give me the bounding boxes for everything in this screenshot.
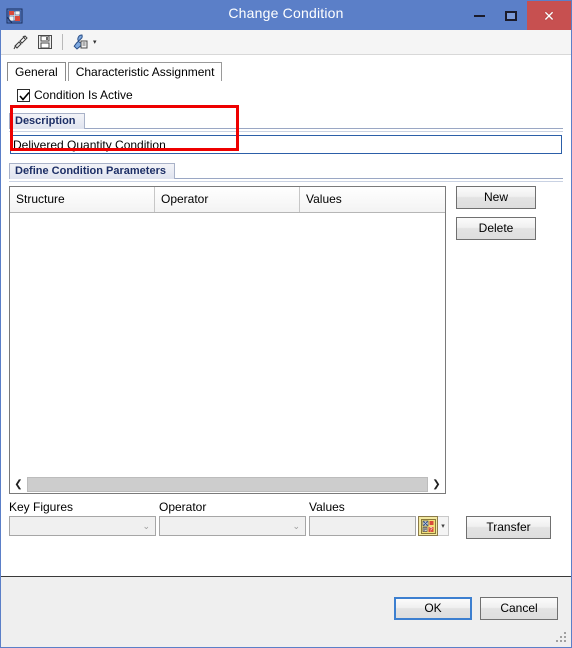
scrollbar-thumb[interactable]	[27, 476, 428, 492]
description-group: Description	[9, 113, 563, 157]
table-horizontal-scrollbar[interactable]: ❮ ❯	[10, 474, 445, 493]
chevron-down-icon: ⌄	[142, 520, 150, 531]
maximize-icon	[505, 10, 517, 21]
check-icon	[19, 91, 30, 101]
transfer-spacer	[466, 500, 551, 514]
general-tab-panel: Condition Is Active Description Define C…	[1, 88, 571, 539]
window-controls: ✕	[463, 1, 571, 30]
delete-button[interactable]: Delete	[456, 217, 536, 240]
scroll-left-arrow-icon[interactable]: ❮	[10, 475, 27, 493]
resize-grip[interactable]	[556, 632, 568, 644]
dialog-footer: OK Cancel	[1, 577, 571, 647]
operator-dropdown[interactable]: ⌄	[159, 516, 306, 536]
change-condition-dialog: Change Condition ✕ ▾ General Characteris…	[0, 0, 572, 648]
condition-parameters-table[interactable]: Structure Operator Values ❮ ❯	[9, 186, 446, 494]
transfer-button-wrap: Transfer	[466, 500, 551, 539]
tab-characteristic-assignment[interactable]: Characteristic Assignment	[67, 62, 223, 81]
footer-buttons: OK Cancel	[394, 597, 558, 620]
close-button[interactable]: ✕	[527, 1, 571, 30]
settings-wrench-icon[interactable]	[68, 31, 92, 53]
values-field: Values ? ▾	[309, 500, 449, 536]
values-label: Values	[309, 500, 345, 514]
value-help-dropdown-arrow[interactable]: ▾	[438, 516, 449, 536]
tab-characteristic-assignment-label: Characteristic Assignment	[75, 65, 215, 79]
title-bar: Change Condition ✕	[1, 1, 571, 30]
key-figures-field: Key Figures ⌄	[9, 500, 156, 536]
column-header-structure[interactable]: Structure	[10, 187, 155, 212]
table-header-row: Structure Operator Values	[10, 187, 445, 213]
values-input[interactable]	[309, 516, 416, 536]
close-icon: ✕	[543, 7, 555, 24]
chevron-down-icon[interactable]: ▾	[93, 39, 97, 46]
chevron-down-icon: ⌄	[292, 520, 300, 531]
description-input[interactable]	[10, 135, 562, 154]
settings-wrench-button[interactable]: ▾	[68, 31, 97, 53]
parameters-group-title: Define Condition Parameters	[9, 163, 175, 179]
operator-field: Operator ⌄	[159, 500, 306, 536]
minimize-icon	[473, 14, 485, 17]
table-body[interactable]	[10, 213, 445, 471]
parameter-entry-row: Key Figures ⌄ Operator ⌄ Values ? ▾ Tran…	[9, 500, 563, 539]
scroll-right-arrow-icon[interactable]: ❯	[428, 475, 445, 493]
toolbar: ▾	[1, 30, 571, 55]
description-group-title: Description	[9, 113, 85, 129]
column-header-operator[interactable]: Operator	[155, 187, 300, 212]
tab-strip: General Characteristic Assignment	[7, 59, 571, 81]
define-condition-parameters-group: Define Condition Parameters Structure Op…	[9, 163, 563, 539]
toolbar-separator	[62, 34, 63, 50]
tab-general[interactable]: General	[7, 62, 66, 81]
condition-is-active-checkbox[interactable]	[17, 88, 30, 102]
save-icon[interactable]	[33, 31, 57, 53]
scrollbar-track[interactable]	[27, 476, 428, 492]
minimize-button[interactable]	[463, 1, 495, 30]
tab-general-label: General	[15, 65, 58, 79]
value-help-icon[interactable]: ?	[418, 516, 438, 536]
operator-label: Operator	[159, 500, 207, 514]
table-side-buttons: New Delete	[456, 186, 536, 240]
transfer-button[interactable]: Transfer	[466, 516, 551, 539]
key-figures-dropdown[interactable]: ⌄	[9, 516, 156, 536]
column-header-values[interactable]: Values	[300, 187, 445, 212]
condition-is-active-row[interactable]: Condition Is Active	[17, 88, 563, 102]
cancel-button[interactable]: Cancel	[480, 597, 558, 620]
maximize-button[interactable]	[495, 1, 527, 30]
key-figures-label: Key Figures	[9, 500, 74, 514]
check-pencil-icon[interactable]	[9, 31, 33, 53]
new-button[interactable]: New	[456, 186, 536, 209]
ok-button[interactable]: OK	[394, 597, 472, 620]
condition-is-active-label: Condition Is Active	[34, 88, 133, 102]
parameters-area: Structure Operator Values ❮ ❯ New Delete	[9, 186, 563, 494]
